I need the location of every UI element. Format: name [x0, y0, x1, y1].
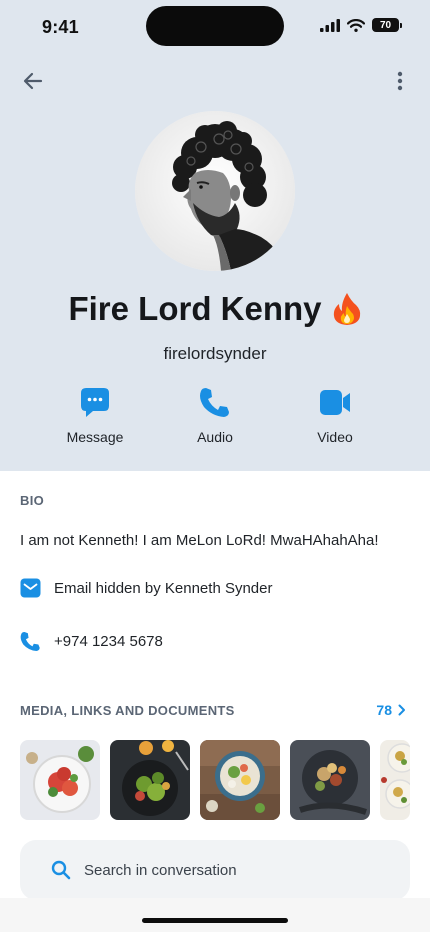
profile-avatar[interactable]: [135, 111, 295, 271]
profile-username: firelordsynder: [163, 344, 267, 363]
message-button[interactable]: Message: [40, 387, 150, 445]
media-thumbnail[interactable]: [110, 740, 190, 820]
back-button[interactable]: [18, 66, 48, 96]
media-count-link[interactable]: 78: [376, 702, 406, 718]
video-camera-icon: [320, 390, 350, 415]
search-placeholder: Search in conversation: [84, 861, 237, 879]
kebab-menu-icon: [397, 71, 403, 91]
wifi-icon: [347, 18, 365, 32]
battery-icon: 70: [372, 18, 402, 32]
media-section-title: MEDIA, LINKS AND DOCUMENTS: [20, 703, 235, 718]
audio-label: Audio: [197, 429, 233, 445]
bio-title: BIO: [20, 493, 45, 508]
home-indicator[interactable]: [142, 918, 288, 923]
message-label: Message: [66, 429, 124, 445]
profile-name-row: Fire Lord Kenny: [0, 290, 430, 328]
phone-row[interactable]: +974 1234 5678: [20, 631, 163, 652]
conversation-search[interactable]: Search in conversation: [20, 840, 410, 900]
media-thumbnails: [20, 740, 410, 820]
media-count: 78: [376, 702, 392, 718]
fire-emoji-icon: [333, 293, 360, 325]
bio-text: I am not Kenneth! I am MeLon LoRd! MwaHA…: [20, 532, 379, 549]
profile-name: Fire Lord Kenny: [68, 290, 322, 327]
bottom-safe-area: [0, 898, 430, 932]
video-label: Video: [317, 429, 353, 445]
audio-call-button[interactable]: Audio: [160, 387, 270, 445]
media-thumbnail[interactable]: [200, 740, 280, 820]
dynamic-island: [146, 6, 284, 46]
video-call-button[interactable]: Video: [280, 387, 390, 445]
mail-icon: [20, 578, 41, 598]
signal-icon: [320, 18, 340, 32]
media-thumbnail[interactable]: [380, 740, 410, 820]
status-time: 9:41: [42, 17, 79, 37]
chevron-right-icon: [398, 704, 405, 716]
media-thumbnail[interactable]: [20, 740, 100, 820]
email-text: Email hidden by Kenneth Synder: [54, 579, 273, 597]
battery-level: 70: [372, 18, 399, 32]
phone-icon: [20, 631, 40, 652]
media-thumbnail[interactable]: [290, 740, 370, 820]
chat-bubble-icon: [81, 388, 109, 417]
email-row[interactable]: Email hidden by Kenneth Synder: [20, 578, 272, 598]
phone-icon: [200, 388, 229, 417]
arrow-left-icon: [23, 72, 43, 90]
phone-number: +974 1234 5678: [54, 633, 163, 650]
search-icon: [51, 860, 71, 880]
more-options-button[interactable]: [388, 66, 412, 96]
status-icons: 70: [320, 18, 402, 32]
avatar-portrait: [135, 111, 295, 271]
